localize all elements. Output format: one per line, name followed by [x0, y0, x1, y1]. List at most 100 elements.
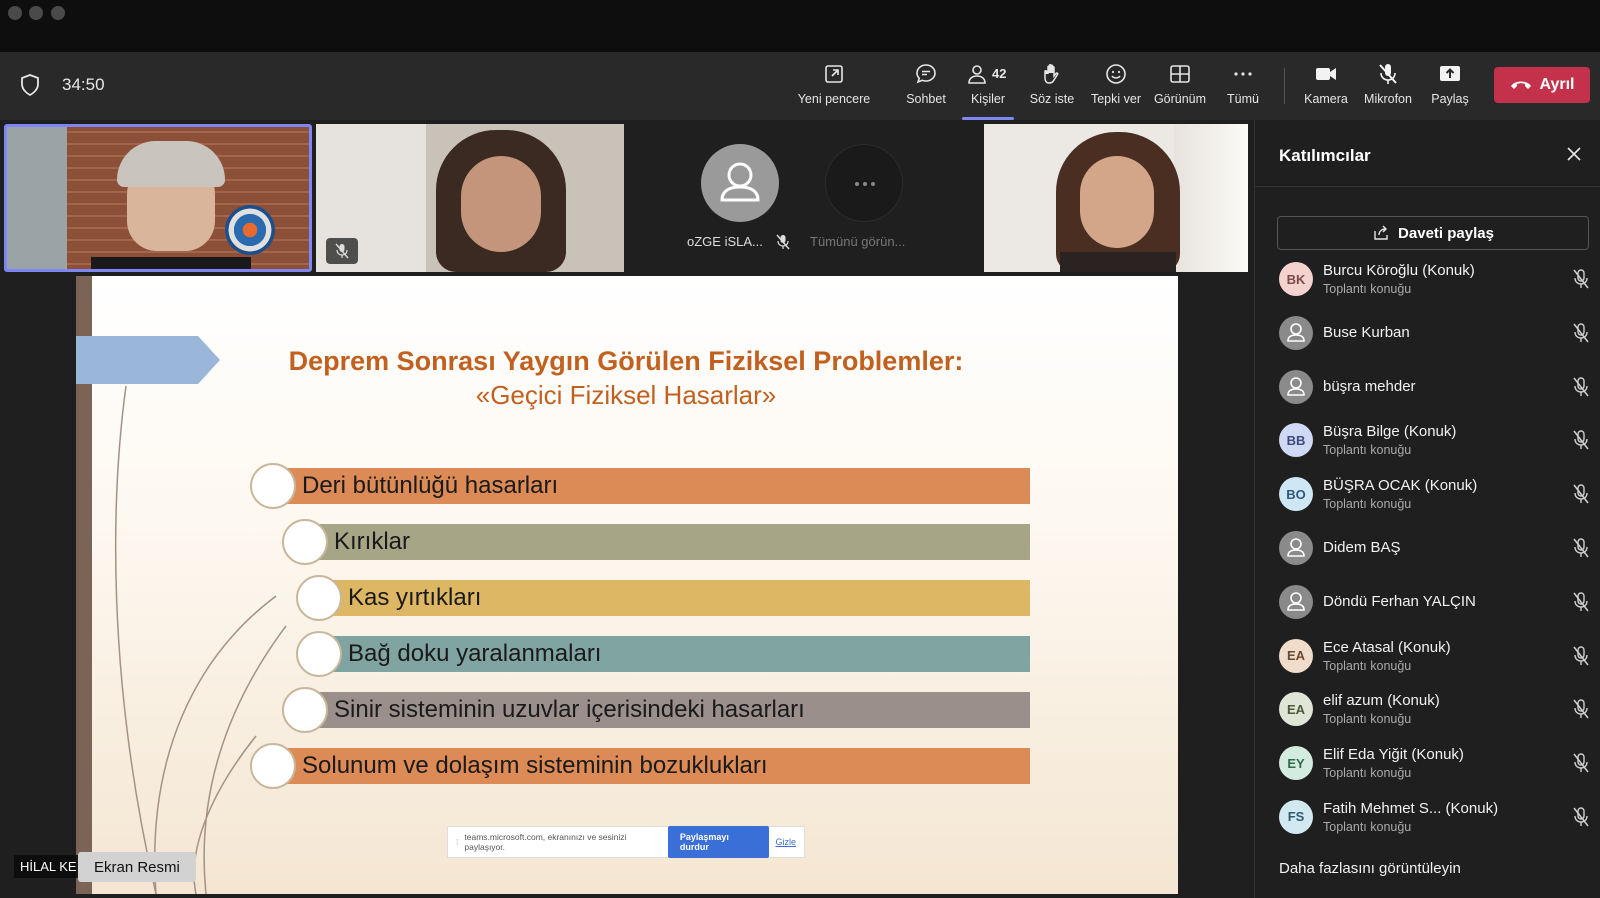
screenshot-tooltip: Ekran Resmi: [78, 852, 196, 882]
react-button[interactable]: Tepki ver: [1088, 62, 1144, 114]
mic-button[interactable]: Mikrofon: [1360, 62, 1416, 114]
participant-row[interactable]: büşra mehder: [1279, 360, 1589, 414]
slide-bullet-circle: [250, 743, 296, 789]
participant-role: Toplantı konuğu: [1323, 819, 1412, 834]
meeting-timer: 34:50: [62, 75, 105, 94]
participant-avatar: [1279, 584, 1313, 619]
more-label: Tümü: [1227, 92, 1259, 106]
participant-row[interactable]: Buse Kurban: [1279, 306, 1589, 360]
pop-out-icon: [825, 65, 843, 83]
video-tile-active-speaker[interactable]: [4, 124, 312, 272]
person-icon: [1287, 376, 1305, 396]
share-button[interactable]: Paylaş: [1424, 62, 1476, 114]
participant-row[interactable]: FS Fatih Mehmet S... (Konuk) Toplantı konu…: [1279, 790, 1589, 844]
hide-notice-link[interactable]: Gizle: [775, 837, 796, 847]
mic-off-icon: [1573, 645, 1589, 666]
view-label: Görünüm: [1153, 92, 1207, 106]
mic-off-icon: [1573, 484, 1589, 504]
camera-icon: [1316, 68, 1336, 80]
chat-label: Sohbet: [906, 92, 946, 106]
camera-button[interactable]: Kamera: [1298, 62, 1354, 114]
participant-name: Fatih Mehmet S... (Konuk): [1323, 799, 1499, 817]
more-icon: [855, 182, 875, 186]
video-tile-participant-2[interactable]: [316, 124, 624, 272]
mic-off-icon: [1573, 430, 1589, 450]
participant-row[interactable]: BB Büşra Bilge (Konuk) Toplantı konuğu: [1279, 413, 1589, 467]
participant-row[interactable]: Döndü Ferhan YALÇIN: [1279, 575, 1589, 629]
slide-bullet-text: Kırıklar: [334, 528, 411, 555]
participant-role: Toplantı konuğu: [1323, 443, 1412, 458]
more-button[interactable]: Tümü: [1221, 62, 1265, 114]
view-button[interactable]: Görünüm: [1151, 62, 1209, 114]
mic-off-icon: [1573, 376, 1589, 397]
participant-name: elif azum (Konuk): [1323, 692, 1440, 710]
participant-avatar: EA: [1279, 638, 1313, 673]
participant-name: Burcu Köroğlu (Konuk): [1323, 262, 1475, 279]
shared-presentation-slide: Deprem Sonrası Yaygın Görülen Fiziksel P…: [76, 276, 1178, 894]
view-more-link[interactable]: Daha fazlasını görüntüleyin: [1279, 860, 1461, 877]
participants-list: BK Burcu Köroğlu (Konuk) Toplantı konuğu Bu…: [1279, 252, 1589, 844]
zoom-window-button[interactable]: [51, 6, 65, 20]
shield-icon[interactable]: [20, 74, 40, 96]
see-all-button[interactable]: [825, 144, 903, 222]
chat-button[interactable]: Sohbet: [901, 62, 951, 114]
participant-row[interactable]: Didem BAŞ: [1279, 521, 1589, 575]
close-icon[interactable]: [1562, 142, 1586, 166]
hang-up-icon: [1510, 81, 1531, 89]
slide-bullet-circle: [250, 463, 296, 509]
people-button[interactable]: 42 Kişiler: [962, 62, 1014, 120]
participant-name: Büşra Bilge (Konuk): [1323, 423, 1457, 441]
raise-hand-button[interactable]: Söz iste: [1027, 62, 1077, 114]
participant-avatar: FS: [1279, 799, 1313, 834]
slide-bullet-text: Deri bütünlüğü hasarları: [302, 472, 559, 499]
new-window-label: Yeni pencere: [797, 92, 871, 106]
video-tile-participant-3[interactable]: [984, 124, 1248, 272]
participant-row[interactable]: EA Ece Atasal (Konuk) Toplantı konuğu: [1279, 629, 1589, 683]
mic-off-icon: [335, 243, 349, 259]
slide-bullet-circle: [282, 519, 328, 565]
participant-hair: [117, 141, 225, 187]
participant-role: Toplantı konuğu: [1323, 766, 1412, 781]
participant-role: Toplantı konuğu: [1323, 712, 1412, 727]
participant-avatar: [1279, 530, 1313, 565]
slide-title: Deprem Sonrası Yaygın Görülen Fiziksel P…: [288, 346, 964, 376]
participant-name: Ece Atasal (Konuk): [1323, 638, 1451, 656]
avatar-tiles-area: oZGE iSLA... Tümünü görün...: [624, 124, 984, 272]
slide-bullet-circle: [296, 575, 342, 621]
meeting-toolbar: 34:50 Yeni pencere Sohbet 42 Kişiler Söz…: [0, 52, 1600, 120]
toolbar-separator: [1284, 68, 1285, 104]
participant-row[interactable]: EA elif azum (Konuk) Toplantı konuğu: [1279, 682, 1589, 736]
avatar-name-label: oZGE iSLA...: [687, 234, 763, 249]
minimize-window-button[interactable]: [29, 6, 43, 20]
participant-clothing: [91, 257, 251, 269]
participant-avatar: EA: [1279, 692, 1313, 727]
new-window-button[interactable]: Yeni pencere: [797, 62, 871, 114]
drag-handle-icon[interactable]: ⁞: [456, 837, 458, 847]
participant-row[interactable]: EY Elif Eda Yiğit (Konuk) Toplantı konuğu: [1279, 736, 1589, 790]
slide-bullet-text: Kas yırtıkları: [348, 584, 482, 611]
slide-bullet-bar: Sinir sisteminin uzuvlar içerisindeki ha…: [304, 692, 1030, 728]
slide-bullet-circle: [296, 631, 342, 677]
close-window-button[interactable]: [8, 6, 22, 20]
react-label: Tepki ver: [1090, 92, 1142, 106]
participant-row[interactable]: BO BÜŞRA OCAK (Konuk) Toplantı konuğu: [1279, 467, 1589, 521]
participant-face: [461, 156, 541, 252]
people-icon: [968, 65, 986, 84]
leave-button[interactable]: Ayrıl: [1494, 67, 1590, 103]
participant-name: Elif Eda Yiğit (Konuk): [1323, 746, 1464, 764]
mic-off-icon: [1379, 64, 1397, 84]
slide-subtitle: «Geçici Fiziksel Hasarlar»: [475, 380, 777, 410]
slide-bullet-text: Solunum ve dolaşım sisteminin bozuklukla…: [302, 752, 768, 779]
panel-divider: [1255, 186, 1600, 187]
more-icon: [1234, 72, 1252, 76]
window-titlebar: [0, 0, 1600, 52]
participant-clothing: [1060, 252, 1176, 272]
participant-avatar[interactable]: [701, 144, 779, 222]
participant-row[interactable]: BK Burcu Köroğlu (Konuk) Toplantı konuğu: [1279, 252, 1589, 306]
share-invite-button[interactable]: Daveti paylaş: [1277, 216, 1589, 250]
stop-sharing-button[interactable]: Paylaşmayı durdur: [667, 826, 770, 858]
slide-bullet-text: Bağ doku yaralanmaları: [348, 640, 602, 667]
mic-off-icon: [1573, 753, 1589, 773]
participant-avatar: EY: [1279, 746, 1313, 781]
leave-label: Ayrıl: [1539, 76, 1575, 93]
